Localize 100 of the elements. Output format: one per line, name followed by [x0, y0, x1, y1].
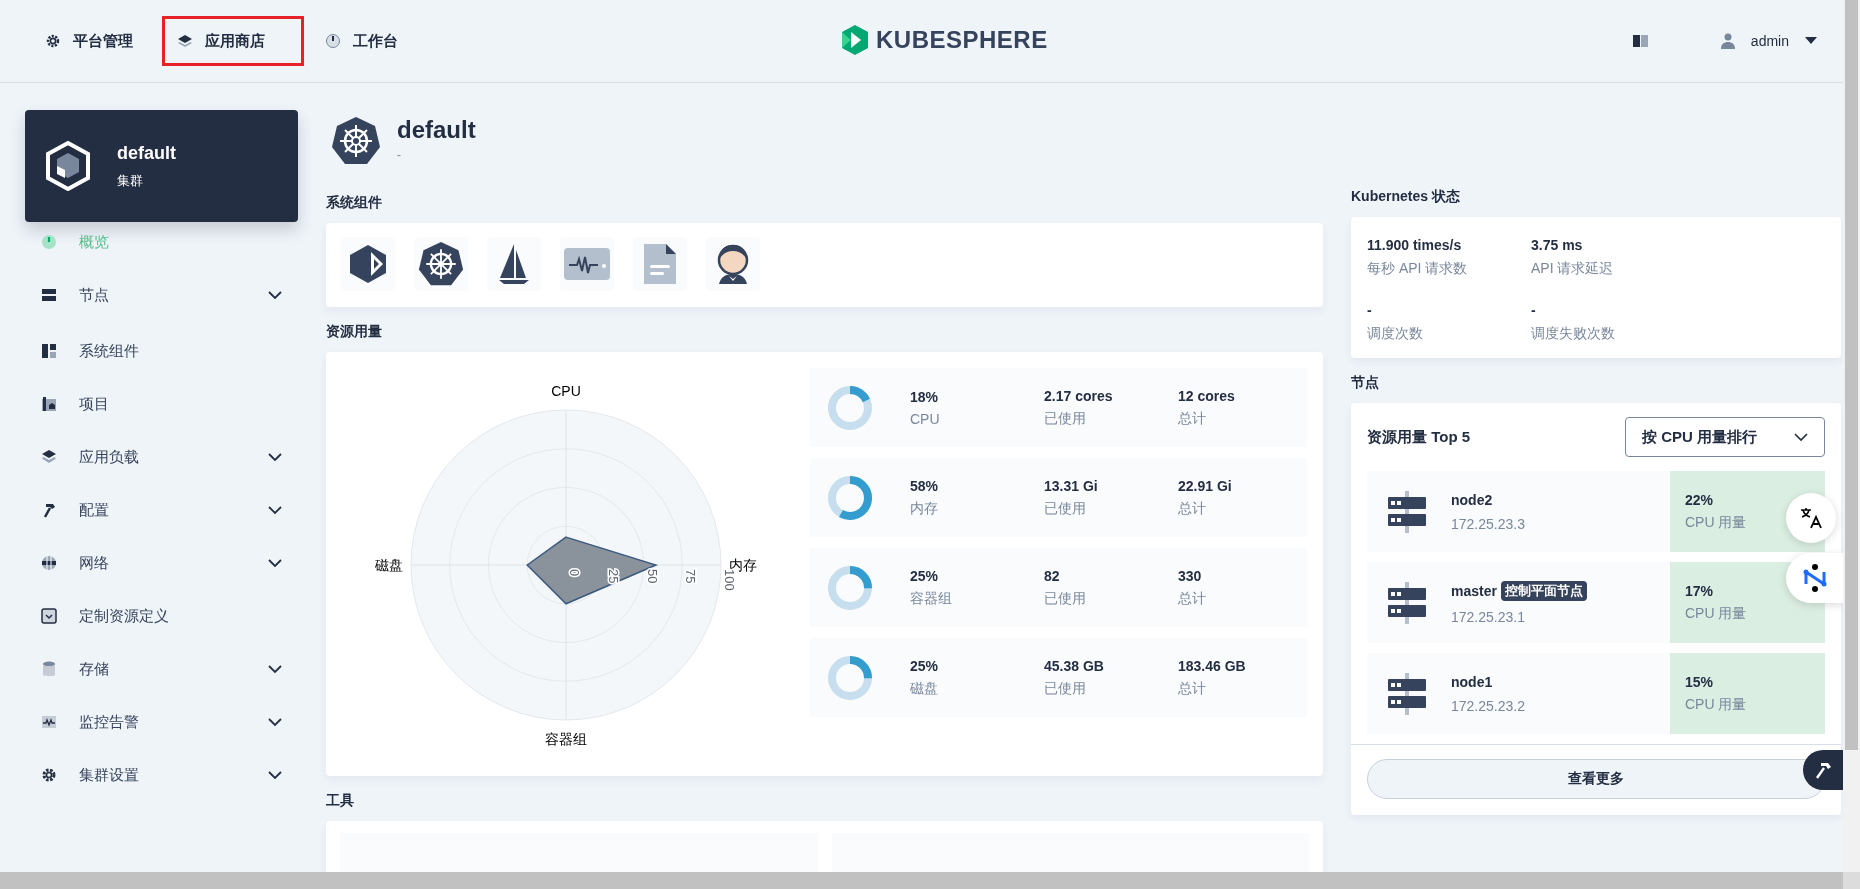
user-name[interactable]: admin [1750, 33, 1789, 49]
sidebar-item[interactable]: 应用负载 [25, 432, 298, 482]
sidebar-item[interactable]: 监控告警 [25, 697, 298, 747]
gauge-icon [41, 234, 57, 250]
total-value: 12 cores [1178, 387, 1236, 404]
section-title: 节点 [1351, 373, 1380, 392]
document-icon [642, 241, 678, 287]
sort-select[interactable]: 按 CPU 用量排行 [1625, 417, 1825, 457]
tick-label: 50 [644, 569, 660, 584]
server-icon [41, 287, 57, 303]
usage-label: CPU 用量 [1685, 695, 1747, 714]
toolbox-button[interactable] [1803, 750, 1843, 790]
nav-tab[interactable]: 工作台 [310, 16, 421, 66]
sidebar-item[interactable]: 节点 [25, 270, 298, 320]
nav-tab[interactable]: 平台管理 [30, 16, 156, 66]
used-value: 2.17 cores [1044, 387, 1114, 404]
tick-label: 0 [567, 569, 582, 577]
server-icon [1387, 670, 1427, 717]
sidebar-item[interactable]: 定制资源定义 [25, 591, 298, 641]
used-label: 已使用 [1044, 679, 1087, 698]
total-label: 总计 [1178, 679, 1207, 698]
metric-label: API 请求延迟 [1531, 260, 1615, 278]
caret-icon[interactable] [1805, 37, 1817, 45]
used-value: 45.38 GB [1044, 657, 1105, 674]
section-title: 系统组件 [326, 193, 383, 212]
total-value: 330 [1178, 567, 1203, 584]
node-ip: 172.25.23.2 [1451, 697, 1526, 714]
waveform-icon [563, 246, 611, 282]
node-name: master [1451, 582, 1497, 599]
metric-value: 3.75 ms [1531, 237, 1584, 253]
sidebar-item[interactable]: 网络 [25, 538, 298, 588]
node-row[interactable]: master 控制平面节点 172.25.23.1 17% CPU 用量 [1367, 562, 1825, 643]
user-icon [1720, 33, 1735, 49]
hammer-icon [1814, 761, 1832, 779]
component-tile[interactable] [487, 237, 541, 291]
network-button[interactable] [1786, 553, 1843, 603]
book-icon[interactable] [1632, 34, 1649, 48]
node-ip: 172.25.23.3 [1451, 515, 1526, 532]
used-label: 已使用 [1044, 409, 1087, 428]
usage-percent: 58% [910, 477, 940, 494]
component-tile[interactable] [560, 237, 614, 291]
tick-label: 75 [683, 569, 699, 584]
monitor-icon [41, 714, 57, 730]
cluster-title: default [397, 116, 476, 144]
nav-tab[interactable]: 应用商店 [162, 16, 304, 66]
cluster-type: 集群 [117, 171, 144, 190]
horizontal-scrollbar[interactable] [0, 872, 1843, 889]
resource-name: 容器组 [910, 589, 953, 608]
layers-icon [41, 449, 57, 465]
usage-percent: 17% [1685, 582, 1714, 599]
node-row[interactable]: node2 172.25.23.3 22% CPU 用量 [1367, 471, 1825, 552]
usage-label: CPU 用量 [1685, 513, 1747, 532]
translate-icon [1799, 506, 1823, 530]
section-title: Kubernetes 状态 [1351, 187, 1461, 206]
component-tile[interactable] [414, 237, 468, 291]
total-value: 183.46 GB [1178, 657, 1247, 674]
resource-name: 磁盘 [910, 679, 939, 698]
database-icon [41, 661, 57, 677]
component-tile[interactable] [633, 237, 687, 291]
cluster-description: - [397, 148, 402, 162]
axis-label: 容器组 [545, 731, 587, 747]
usage-percent: 25% [910, 657, 940, 674]
node-row[interactable]: node1 172.25.23.2 15% CPU 用量 [1367, 653, 1825, 734]
hammer-icon [41, 502, 57, 518]
server-icon [1387, 579, 1427, 626]
sidebar-item[interactable]: 配置 [25, 485, 298, 535]
resource-name: CPU [910, 410, 941, 427]
gear-icon [45, 33, 61, 49]
component-tile[interactable] [341, 237, 395, 291]
layout-icon [41, 343, 57, 359]
total-label: 总计 [1178, 409, 1207, 428]
used-value: 82 [1044, 567, 1061, 584]
helm-icon [331, 116, 381, 166]
gauge-icon [325, 33, 341, 49]
vertical-scrollbar[interactable] [1843, 0, 1860, 872]
total-label: 总计 [1178, 499, 1207, 518]
used-label: 已使用 [1044, 589, 1087, 608]
usage-percent: 15% [1685, 673, 1714, 690]
sidebar-item[interactable]: 项目 [25, 379, 298, 429]
helm-icon [418, 241, 464, 287]
settings-icon [41, 767, 57, 783]
used-value: 13.31 Gi [1044, 477, 1099, 494]
chevron-icon [1794, 432, 1808, 442]
axis-label: CPU [551, 383, 581, 399]
resource-name: 内存 [910, 499, 939, 518]
sidebar-item[interactable]: 集群设置 [25, 750, 298, 800]
section-title: 工具 [326, 791, 355, 810]
total-value: 22.91 Gi [1178, 477, 1233, 494]
sidebar-item[interactable]: 系统组件 [25, 326, 298, 376]
card-subtitle: 资源用量 Top 5 [1367, 427, 1471, 447]
component-tile[interactable] [706, 237, 760, 291]
section-title: 资源用量 [326, 322, 383, 341]
cluster-card[interactable]: default 集群 [25, 110, 298, 222]
cluster-icon [45, 141, 91, 191]
network-icon [1801, 564, 1828, 592]
globe-icon [41, 555, 57, 571]
sidebar-item[interactable]: 存储 [25, 644, 298, 694]
logo-icon [840, 24, 870, 56]
total-label: 总计 [1178, 589, 1207, 608]
scrollbar-corner [1843, 872, 1860, 889]
